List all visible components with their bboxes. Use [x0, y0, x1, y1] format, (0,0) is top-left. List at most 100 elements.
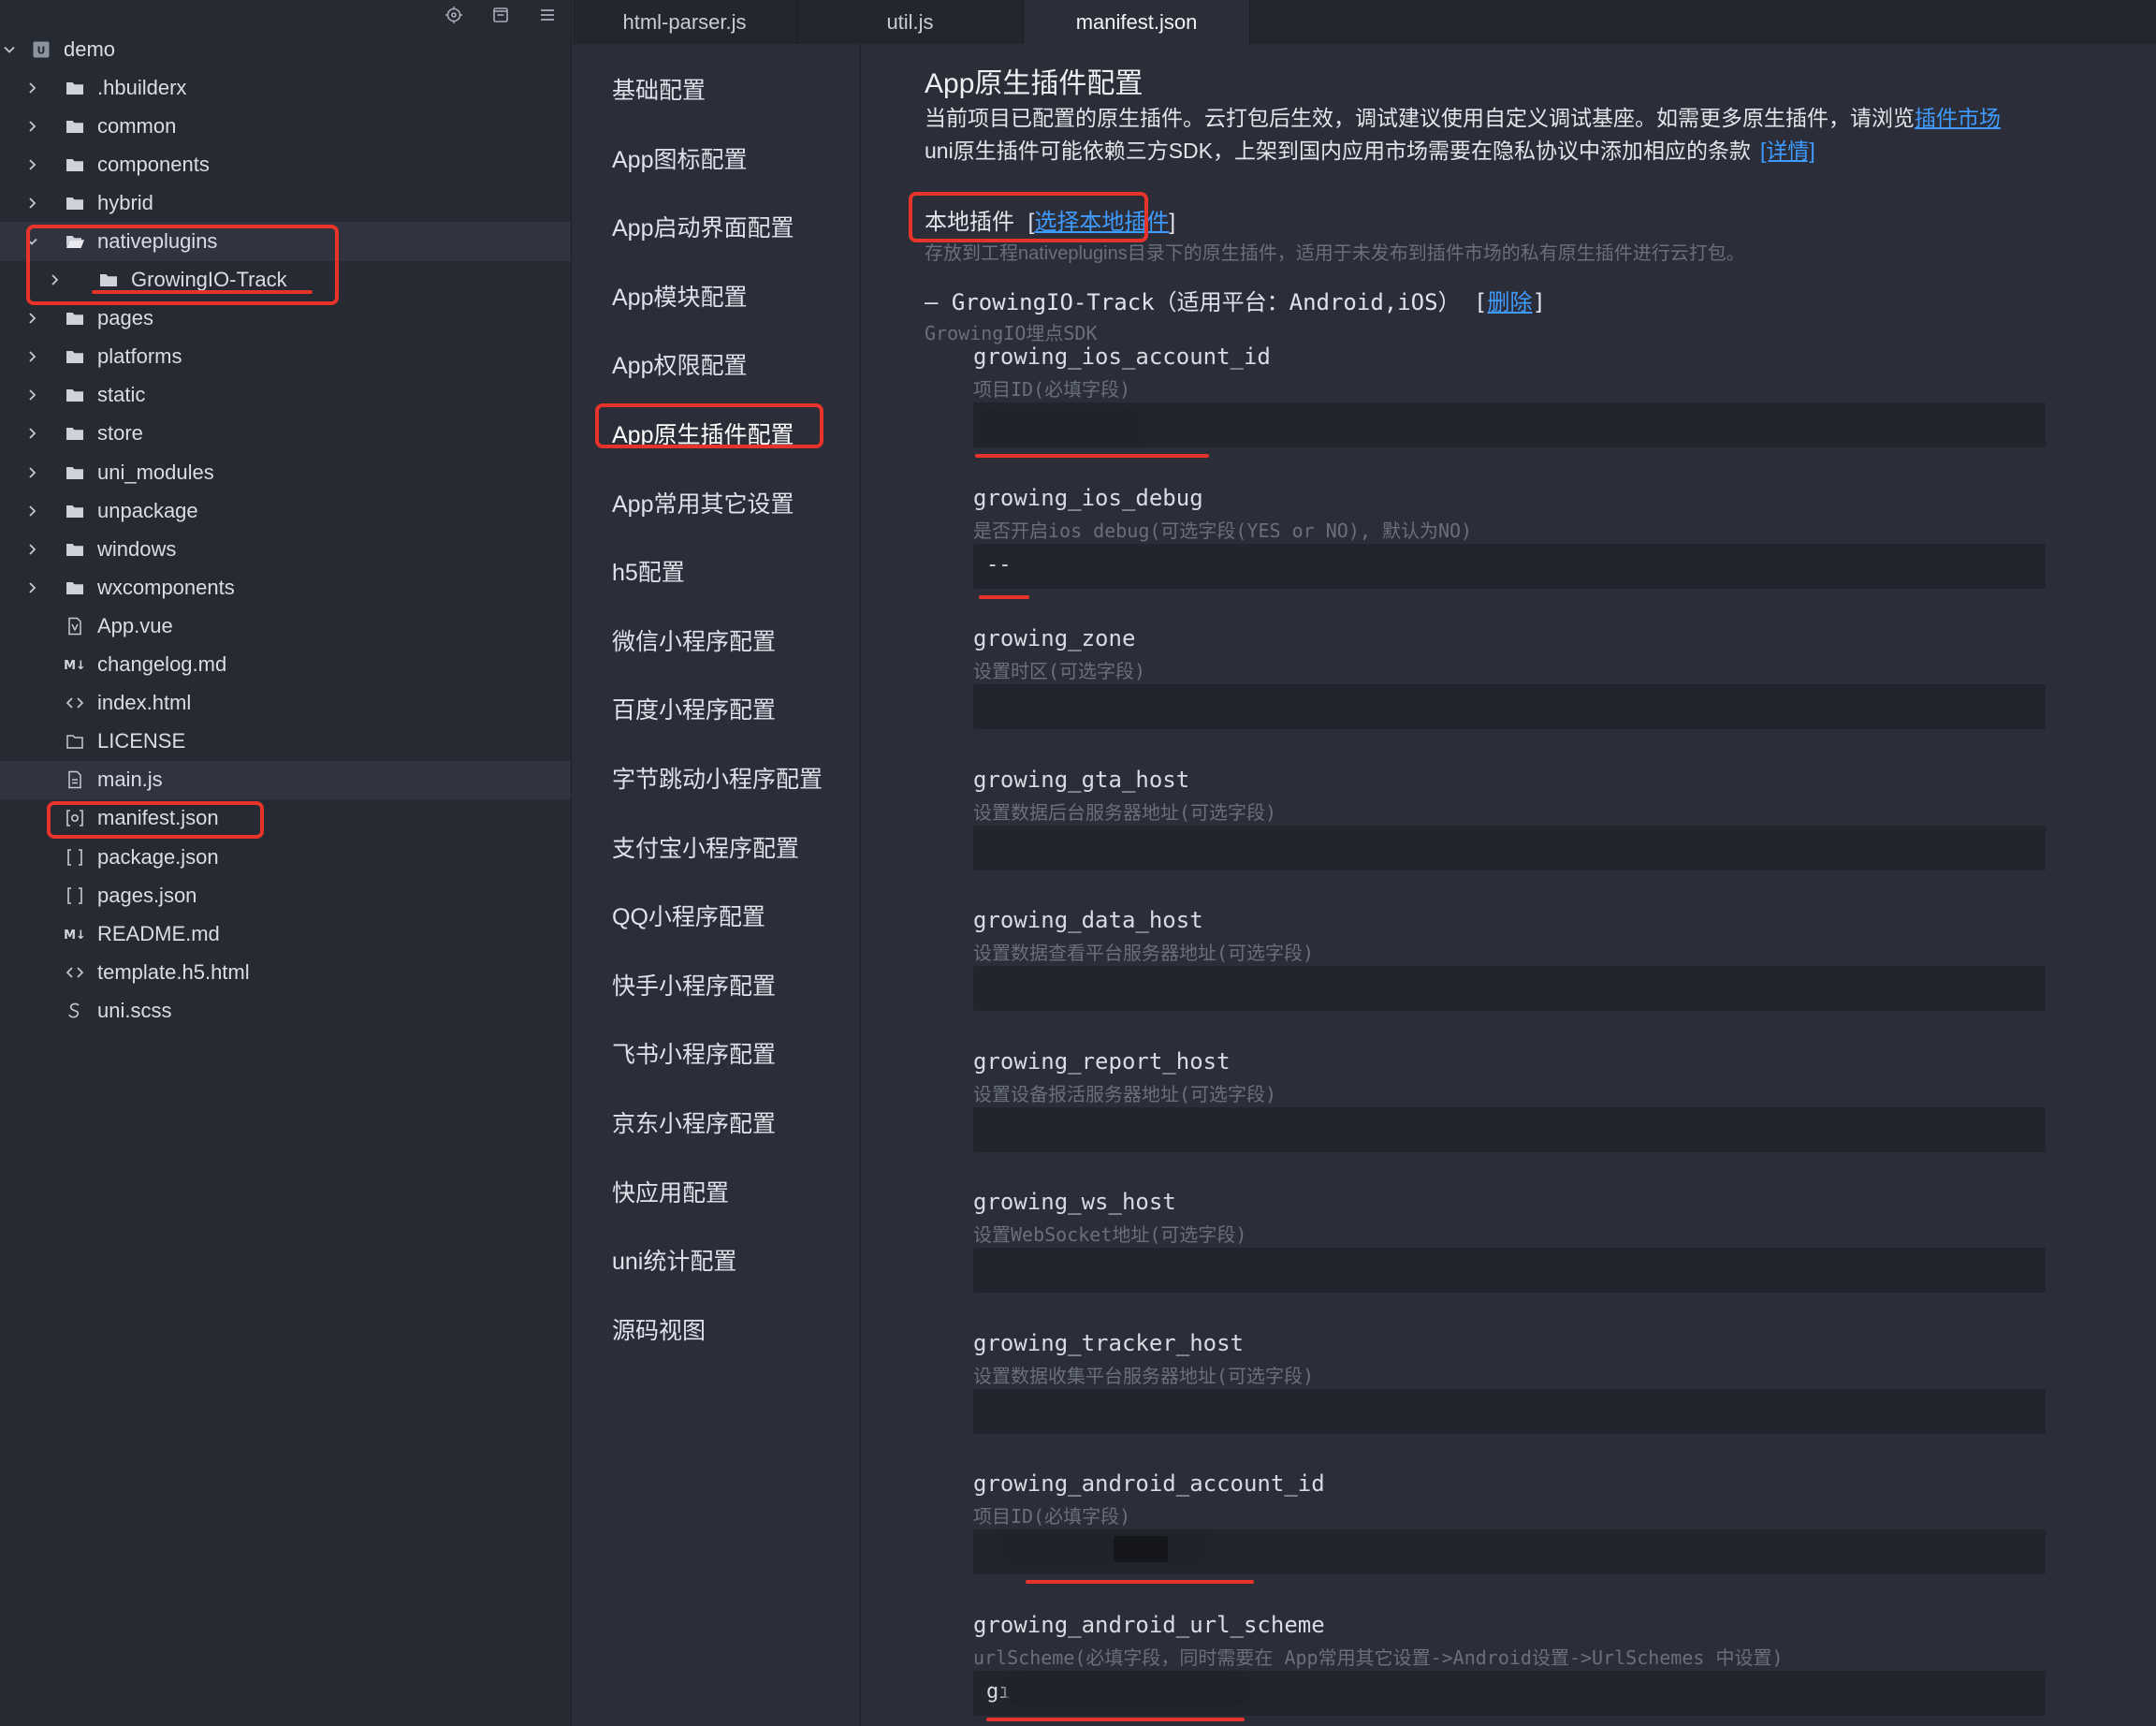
tree-item-unpackage[interactable]: unpackage [0, 491, 571, 530]
redacted-value [1001, 1534, 1207, 1562]
field-input[interactable] [973, 825, 2046, 870]
details-link[interactable]: [详情] [1760, 139, 1815, 163]
tree-item-package-json[interactable]: package.json [0, 838, 571, 876]
field-input[interactable] [973, 1106, 2046, 1152]
tab-html-parser[interactable]: html-parser.js [573, 0, 797, 44]
field-input[interactable] [973, 1388, 2046, 1434]
tree-item-index-html[interactable]: index.html [0, 684, 571, 723]
delete-plugin-link[interactable]: 删除 [1487, 289, 1532, 315]
chevron-down-icon[interactable] [24, 234, 39, 249]
tree-item-label: demo [64, 37, 116, 61]
settings-nav-item[interactable]: 快应用配置 [612, 1175, 729, 1208]
tree-item-changelog-md[interactable]: M↓ changelog.md [0, 646, 571, 684]
tree-item-nativeplugins[interactable]: nativeplugins [0, 222, 571, 261]
settings-nav-item[interactable]: 基础配置 [612, 72, 706, 106]
tree-item-hbuilderx[interactable]: .hbuilderx [0, 68, 571, 107]
field-input[interactable] [973, 684, 2046, 729]
folder-icon [64, 115, 86, 138]
folder-icon [64, 307, 86, 329]
tree-item-app-vue[interactable]: App.vue [0, 607, 571, 645]
settings-nav-item[interactable]: 京东小程序配置 [612, 1105, 776, 1139]
locate-icon[interactable] [444, 5, 464, 25]
tree-item-license[interactable]: LICENSE [0, 723, 571, 761]
field-input[interactable]: -- [973, 543, 2046, 589]
tree-item-wxcomponents[interactable]: wxcomponents [0, 568, 571, 607]
tree-item-growingio-track[interactable]: GrowingIO-Track [0, 261, 571, 300]
plugin-market-link[interactable]: 插件市场 [1915, 106, 2001, 130]
settings-nav-item[interactable]: App权限配置 [612, 347, 747, 381]
settings-nav-item[interactable]: 字节跳动小程序配置 [612, 761, 823, 795]
folder-icon [64, 461, 86, 484]
settings-nav-item[interactable]: 飞书小程序配置 [612, 1036, 776, 1070]
chevron-right-icon[interactable] [24, 157, 39, 172]
settings-nav-item[interactable]: App模块配置 [612, 279, 747, 313]
tree-item-pages-json[interactable]: pages.json [0, 876, 571, 914]
settings-nav-item[interactable]: App图标配置 [612, 141, 747, 175]
tree-item-label: manifest.json [97, 806, 219, 830]
field-hint: 是否开启ios debug(可选字段(YES or NO), 默认为NO) [973, 519, 1473, 542]
tree-item-label: hybrid [97, 190, 153, 214]
tree-item-label: uni.scss [97, 998, 172, 1022]
tree-item-common[interactable]: common [0, 107, 571, 145]
tree-item-pages[interactable]: pages [0, 300, 571, 338]
chevron-right-icon[interactable] [24, 542, 39, 557]
field-input[interactable] [973, 966, 2046, 1011]
tree-item-manifest-json[interactable]: manifest.json [0, 799, 571, 838]
tree-item-store[interactable]: store [0, 415, 571, 453]
folder-icon [64, 345, 86, 368]
settings-nav-item[interactable]: App常用其它设置 [612, 486, 794, 519]
tree-item-hybrid[interactable]: hybrid [0, 183, 571, 222]
field-input[interactable] [973, 1248, 2046, 1293]
tree-item-label: windows [97, 536, 177, 561]
tree-item-demo[interactable]: Udemo [0, 30, 571, 68]
file-icon [64, 730, 86, 753]
chevron-right-icon[interactable] [24, 388, 39, 402]
chevron-right-icon[interactable] [24, 465, 39, 480]
select-local-plugin-link[interactable]: 选择本地插件 [1034, 210, 1169, 235]
settings-nav-item[interactable]: 支付宝小程序配置 [612, 830, 799, 864]
settings-nav-item[interactable]: App启动界面配置 [612, 210, 794, 243]
menu-icon[interactable] [537, 5, 558, 25]
tab-manifest[interactable]: manifest.json [1024, 0, 1250, 44]
chevron-down-icon[interactable] [2, 42, 17, 57]
chevron-right-icon[interactable] [24, 119, 39, 134]
settings-nav-item[interactable]: uni统计配置 [612, 1243, 736, 1277]
chevron-right-icon[interactable] [24, 196, 39, 211]
tree-item-uni-scss[interactable]: uni.scss [0, 991, 571, 1030]
description-line-1: 当前项目已配置的原生插件。云打包后生效，调试建议使用自定义调试基座。如需更多原生… [925, 100, 2001, 132]
settings-nav-item[interactable]: 快手小程序配置 [612, 968, 776, 1002]
tree-item-label: pages.json [97, 883, 197, 907]
chevron-right-icon[interactable] [24, 349, 39, 364]
settings-nav-item[interactable]: App原生插件配置 [612, 417, 794, 450]
tree-item-windows[interactable]: windows [0, 530, 571, 568]
html-file-icon [64, 961, 86, 984]
chevron-right-icon[interactable] [24, 580, 39, 595]
page-title: App原生插件配置 [925, 68, 1144, 99]
settings-nav-item[interactable]: 微信小程序配置 [612, 623, 776, 657]
tree-item-readme-md[interactable]: M↓ README.md [0, 914, 571, 953]
chevron-right-icon[interactable] [24, 426, 39, 441]
chevron-right-icon[interactable] [24, 80, 39, 95]
settings-nav-item[interactable]: QQ小程序配置 [612, 899, 765, 932]
tree-item-label: static [97, 383, 146, 407]
chevron-right-icon[interactable] [24, 504, 39, 519]
plugin-description: GrowingIO埋点SDK [925, 322, 1098, 344]
field-hint: 设置设备报活服务器地址(可选字段) [973, 1082, 1277, 1105]
tree-item-components[interactable]: components [0, 145, 571, 183]
tree-item-platforms[interactable]: platforms [0, 338, 571, 376]
tree-item-static[interactable]: static [0, 376, 571, 415]
tree-item-template-h5-html[interactable]: template.h5.html [0, 953, 571, 991]
tree-item-main-js[interactable]: main.js [0, 760, 571, 799]
settings-nav-item[interactable]: 百度小程序配置 [612, 692, 776, 725]
settings-nav-item[interactable]: h5配置 [612, 554, 685, 588]
field-hint: urlScheme(必填字段，同时需要在 App常用其它设置->Android设… [973, 1646, 1784, 1669]
tab-util[interactable]: util.js [797, 0, 1024, 44]
scss-file-icon [64, 1000, 86, 1022]
collapse-all-icon[interactable] [490, 5, 511, 25]
tree-item-uni-modules[interactable]: uni_modules [0, 453, 571, 491]
chevron-right-icon[interactable] [47, 272, 62, 287]
field-label: growing_data_host [973, 907, 1203, 933]
chevron-right-icon[interactable] [24, 311, 39, 326]
settings-nav-item[interactable]: 源码视图 [612, 1312, 706, 1346]
tree-item-label: App.vue [97, 613, 173, 637]
